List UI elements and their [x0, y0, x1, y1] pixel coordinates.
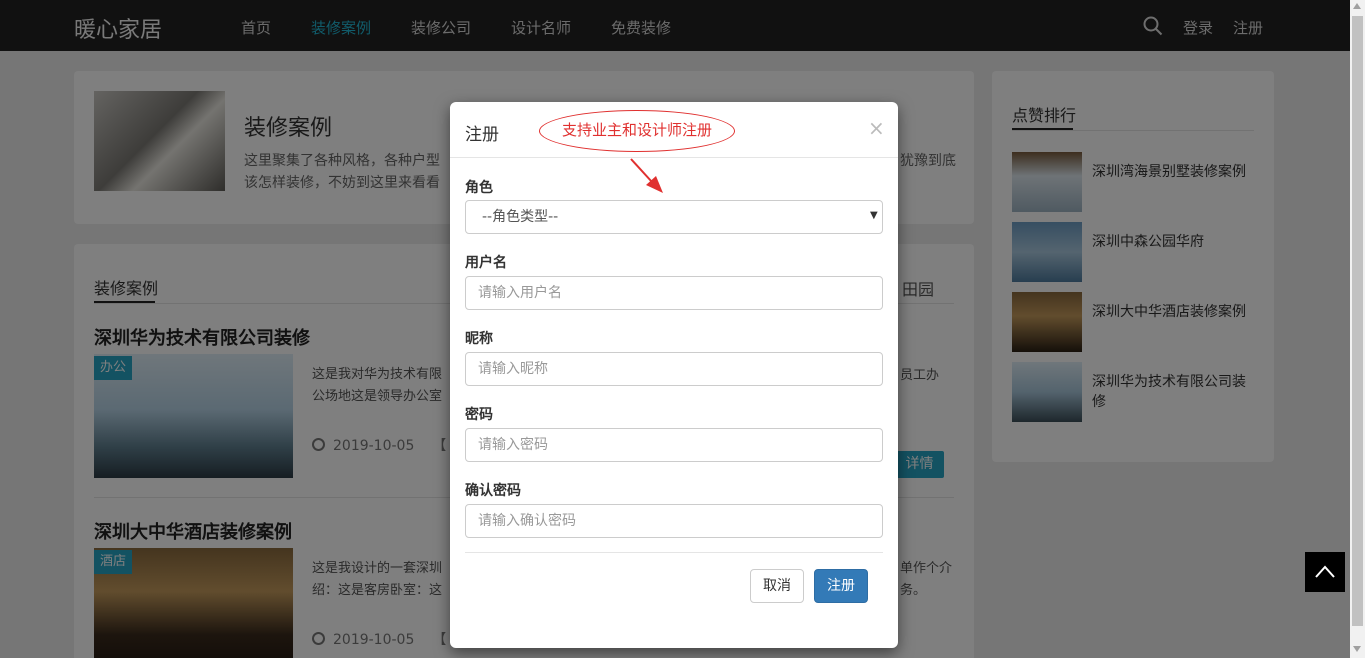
- register-button[interactable]: 注册: [814, 569, 868, 603]
- modal-footer-divider: [465, 552, 883, 553]
- username-label: 用户名: [465, 255, 507, 271]
- cancel-button[interactable]: 取消: [750, 569, 804, 603]
- annotation-arrow-icon: [630, 158, 663, 193]
- password-input[interactable]: [465, 428, 883, 462]
- confirm-password-input[interactable]: [465, 504, 883, 538]
- role-label: 角色: [465, 180, 493, 196]
- scroll-down-arrow-icon[interactable]: [1353, 646, 1361, 652]
- confirm-password-label: 确认密码: [465, 483, 521, 499]
- back-to-top-button[interactable]: [1305, 552, 1345, 592]
- chevron-up-icon: [1315, 565, 1335, 578]
- modal-header-divider: [450, 157, 898, 158]
- close-icon[interactable]: ×: [868, 116, 885, 140]
- username-input[interactable]: [465, 276, 883, 310]
- register-modal: 注册 支持业主和设计师注册 × 角色 --角色类型-- ▼ 用户名 昵称 密码 …: [450, 102, 898, 648]
- chevron-down-icon: ▼: [870, 210, 878, 221]
- scrollbar-thumb[interactable]: [1352, 16, 1363, 626]
- scroll-up-arrow-icon[interactable]: [1353, 3, 1361, 9]
- password-label: 密码: [465, 407, 493, 423]
- annotation-text: 支持业主和设计师注册: [561, 121, 712, 139]
- nickname-input[interactable]: [465, 352, 883, 386]
- nickname-label: 昵称: [465, 331, 493, 347]
- modal-title: 注册: [465, 125, 499, 145]
- role-select[interactable]: --角色类型--: [465, 200, 883, 234]
